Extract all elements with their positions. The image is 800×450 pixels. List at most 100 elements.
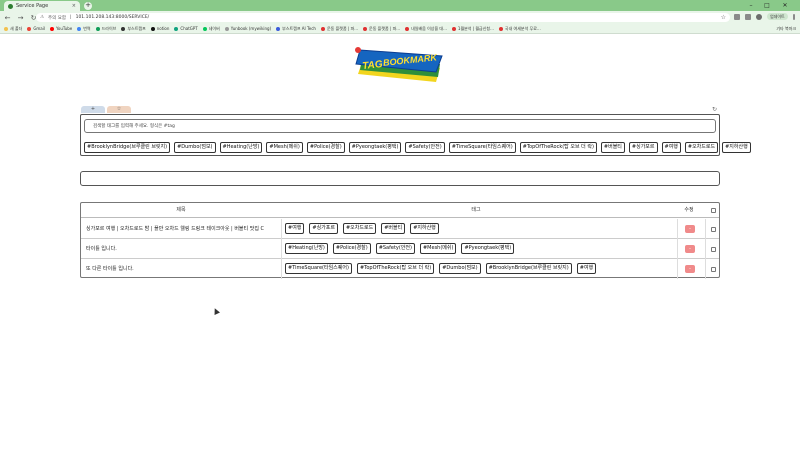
address-bar[interactable]: ⚠ 주의 요함 | 101.101.208.143:8000/SERVICE/ …: [36, 13, 730, 22]
select-all-checkbox[interactable]: [711, 208, 716, 213]
row-tag-chip[interactable]: #싱가포르: [309, 223, 338, 234]
url-text[interactable]: 101.101.208.143:8000/SERVICE/: [76, 15, 717, 20]
row-tag-chip[interactable]: #BrooklynBridge(브루클린 브릿지): [485, 263, 572, 274]
row-tag-chip[interactable]: #Police(경찰): [332, 243, 371, 254]
tag-chip[interactable]: #Dumbo(덤보): [174, 142, 216, 153]
tag-chip[interactable]: #지하산행: [722, 142, 751, 153]
content-input[interactable]: [80, 171, 720, 186]
tag-chip[interactable]: #Pyeongtaek(평택): [348, 142, 402, 153]
tag-filter-list: #BrooklynBridge(브루클린 브릿지) #Dumbo(덤보) #Heat…: [84, 142, 751, 153]
row-checkbox[interactable]: [711, 267, 716, 272]
bookmark-star-icon[interactable]: ☆: [721, 14, 726, 21]
edit-button[interactable]: -: [685, 245, 695, 253]
bookmark-label: 운동 플랫폼 | 파...: [369, 25, 401, 31]
edit-button[interactable]: -: [685, 225, 695, 233]
mode-tabs: + ☆: [81, 106, 131, 113]
row-tag-chip[interactable]: #Pyeongtaek(평택): [461, 243, 515, 254]
bookmark-item[interactable]: 드라이브: [95, 26, 116, 32]
bookmark-favicon-icon: [451, 26, 456, 31]
row-checkbox[interactable]: [711, 227, 716, 232]
new-tab-button[interactable]: +: [84, 2, 92, 10]
minimize-icon[interactable]: –: [744, 0, 758, 11]
bookmark-item[interactable]: 운동 플랫폼 | 파...: [320, 26, 358, 32]
bookmark-favicon-icon: [202, 26, 207, 31]
side-panel-icon[interactable]: [745, 13, 751, 20]
row-tag-chip[interactable]: #여행: [285, 223, 305, 234]
table-row: 싱가포르 여행 | 오차드로드 밤 | 플만 오차드 웰링 드링크 테이크아웃 …: [81, 219, 719, 239]
bookmark-table: 제목 태그 수정 싱가포르 여행 | 오차드로드 밤 | 플만 오차드 웰링 드…: [80, 202, 720, 279]
row-tag-chip[interactable]: #TimeSquare(타임스퀘어): [285, 263, 352, 274]
row-title[interactable]: 싱가포르 여행 | 오차드로드 밤 | 플만 오차드 웰링 드링크 테이크아웃 …: [86, 219, 264, 239]
bookmark-favicon-icon: [498, 26, 503, 31]
bookmark-item[interactable]: ChatGPT: [174, 26, 198, 31]
bookmark-item[interactable]: notion: [150, 26, 169, 31]
edit-button[interactable]: -: [685, 265, 695, 273]
bookmark-label: Yunbook (mywiking): [230, 26, 272, 31]
mouse-cursor-icon: [212, 307, 220, 315]
tag-chip[interactable]: #TimeSquare(타임스퀘어): [448, 142, 516, 153]
row-tag-chip[interactable]: #오차드로드: [342, 223, 377, 234]
profile-avatar-icon[interactable]: [756, 13, 762, 20]
browser-tab[interactable]: Service Page ×: [4, 1, 80, 11]
row-tag-chip[interactable]: #TopOfTheRock(탑 오브 더 락): [356, 263, 435, 274]
tag-chip[interactable]: #Safety(안전): [405, 142, 445, 153]
tag-chip[interactable]: #버블티: [600, 142, 625, 153]
bookmark-item[interactable]: 부스트캠프 AI Tech: [276, 26, 316, 32]
bookmark-label: ChatGPT: [180, 26, 198, 31]
tab-add[interactable]: +: [81, 106, 105, 113]
tag-bookmark-logo: TAG BOOKMARK: [355, 47, 443, 82]
tab-favorites[interactable]: ☆: [107, 106, 131, 113]
back-icon[interactable]: ←: [4, 14, 11, 22]
row-tag-chip[interactable]: #Heating(난방): [285, 243, 328, 254]
table-row: 타이틀 입니다. #Heating(난방) #Police(경찰) #Safety(안…: [81, 239, 719, 259]
bookmark-favicon-icon: [174, 26, 179, 31]
bookmark-item[interactable]: 운동 플랫폼 | 파...: [363, 26, 400, 32]
bookmark-item[interactable]: 부스트캠프: [121, 26, 146, 32]
row-title[interactable]: 타이틀 입니다.: [86, 239, 117, 259]
row-title[interactable]: 또 다른 타이틀 입니다.: [86, 259, 134, 279]
tag-search-input[interactable]: [84, 119, 716, 133]
tag-chip[interactable]: #오차드로드: [684, 142, 719, 153]
row-tags: #여행 #싱가포르 #오차드로드 #버블티 #지하산행: [285, 223, 439, 234]
window-close-icon[interactable]: ✕: [778, 0, 792, 11]
refresh-icon[interactable]: ↻: [712, 106, 717, 113]
row-tag-chip[interactable]: #지하산행: [410, 223, 439, 234]
forward-icon[interactable]: →: [17, 14, 24, 22]
row-tag-chip[interactable]: #Mesh(메쉬): [419, 243, 457, 254]
tag-chip[interactable]: #Police(경찰): [306, 142, 345, 153]
tag-search-panel: #BrooklynBridge(브루클린 브릿지)#Dumbo(덤보)#Heat…: [80, 114, 751, 156]
close-tab-icon[interactable]: ×: [72, 3, 76, 9]
tag-chip[interactable]: #여행: [661, 142, 681, 153]
all-bookmarks-folder[interactable]: 기타 북마크: [776, 24, 796, 34]
bookmark-item[interactable]: YouTube: [49, 26, 72, 31]
extensions-icon[interactable]: [734, 13, 740, 20]
tag-chip[interactable]: #싱가포르: [628, 142, 658, 153]
bookmark-item[interactable]: 번역: [77, 26, 91, 32]
row-checkbox[interactable]: [711, 247, 716, 252]
row-tag-chip[interactable]: #Safety(안전): [375, 243, 415, 254]
bookmark-item[interactable]: 1월분석 | 월급신청...: [451, 26, 494, 32]
row-tag-chip[interactable]: #버블티: [381, 223, 406, 234]
bookmark-item[interactable]: 내일배움 이상을 대...: [405, 26, 447, 32]
menu-dots-icon[interactable]: [792, 13, 795, 20]
tag-chip[interactable]: #Mesh(메쉬): [266, 142, 303, 153]
security-label[interactable]: 주의 요함: [48, 15, 66, 21]
row-tag-chip[interactable]: #Dumbo(덤보): [439, 263, 481, 274]
bookmark-label: 부스트캠프 AI Tech: [282, 25, 316, 31]
update-button[interactable]: 업데이트: [767, 13, 788, 20]
bookmark-label: 네이버: [208, 25, 220, 31]
tag-chip[interactable]: #TopOfTheRock(탑 오브 더 락): [519, 142, 597, 153]
bookmark-favicon-icon: [320, 26, 325, 31]
row-tag-chip[interactable]: #여행: [576, 263, 597, 274]
bookmark-item[interactable]: 새 폴더: [4, 26, 22, 32]
maximize-icon[interactable]: □: [760, 0, 774, 11]
bookmark-item[interactable]: Yunbook (mywiking): [224, 26, 272, 31]
tag-chip[interactable]: #BrooklynBridge(브루클린 브릿지): [84, 142, 171, 153]
bookmark-item[interactable]: 국내 여세분석 무료...: [498, 26, 541, 32]
tag-chip[interactable]: #Heating(난방): [219, 142, 263, 153]
bookmark-favicon-icon: [405, 26, 410, 31]
bookmark-item[interactable]: Gmail: [27, 26, 45, 31]
not-secure-icon[interactable]: ⚠: [40, 15, 44, 20]
column-divider: [705, 259, 706, 279]
bookmark-item[interactable]: 네이버: [202, 25, 220, 32]
